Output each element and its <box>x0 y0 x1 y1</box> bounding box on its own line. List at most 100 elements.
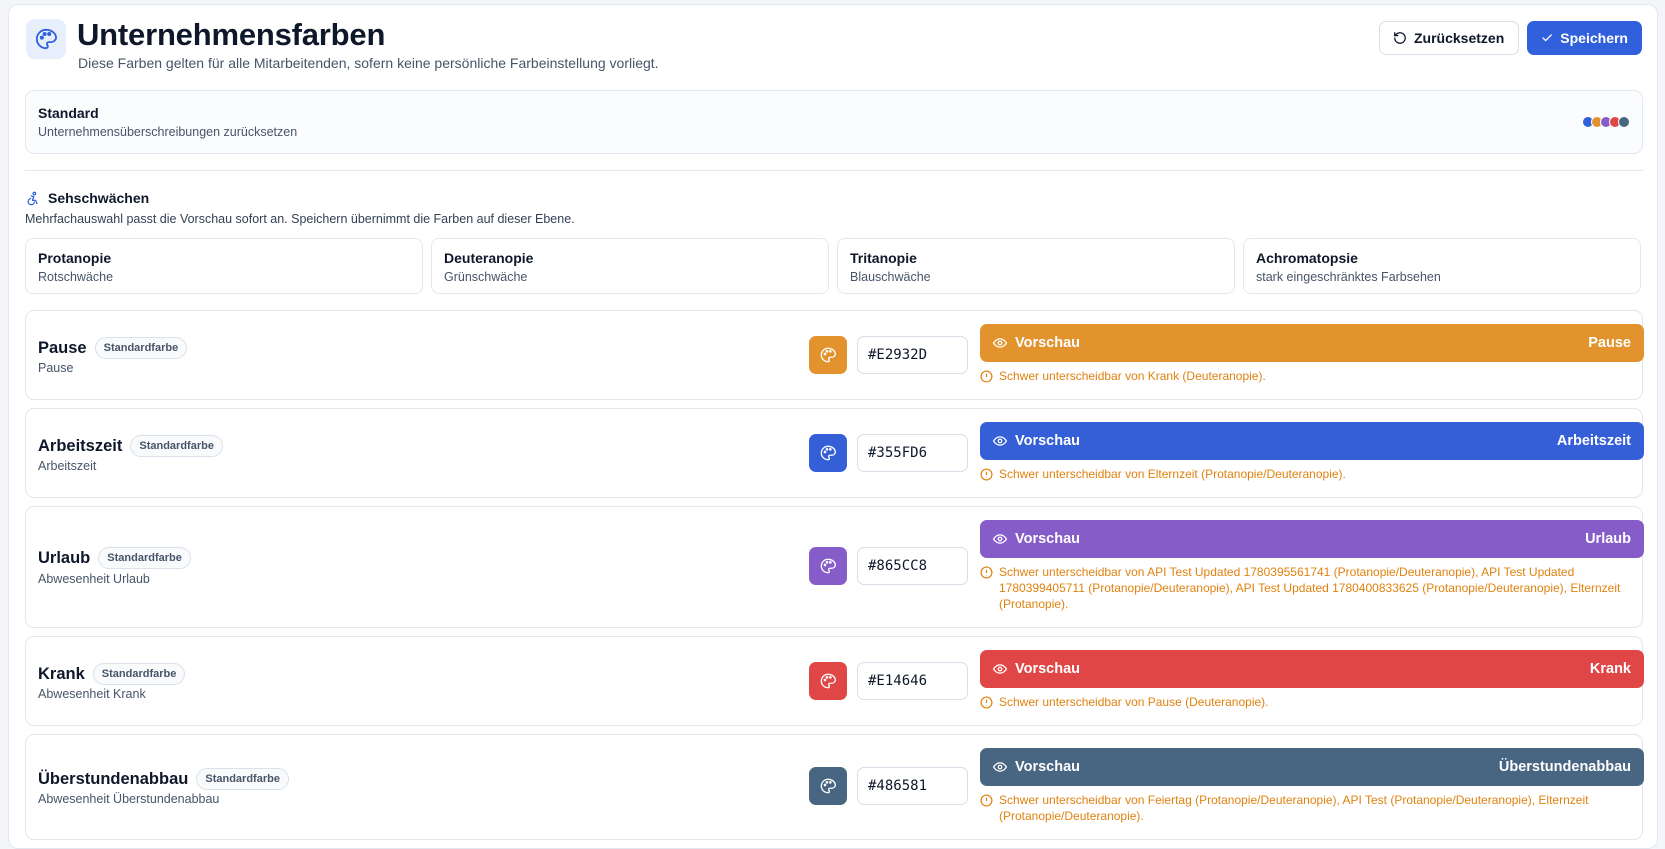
save-button-label: Speichern <box>1560 30 1628 46</box>
color-subtitle: Arbeitszeit <box>38 459 97 473</box>
palette-icon <box>26 19 66 59</box>
default-color-badge: Standardfarbe <box>130 435 223 457</box>
preview-name: Pause <box>1588 335 1631 351</box>
eye-icon <box>993 534 1007 544</box>
color-name: Pause Standardfarbe <box>38 337 188 359</box>
standard-preset-card[interactable]: Standard Unternehmensüberschreibungen zu… <box>25 90 1643 154</box>
standard-color-dots <box>1582 116 1630 128</box>
hex-input[interactable] <box>857 547 968 585</box>
vision-option-subtitle: Rotschwäche <box>38 270 114 284</box>
contrast-warning-text: Schwer unterscheidbar von Pause (Deutera… <box>999 695 1269 709</box>
hex-input[interactable] <box>857 767 968 805</box>
color-name: Urlaub Standardfarbe <box>38 547 191 569</box>
rotate-ccw-icon <box>1394 32 1406 44</box>
accessibility-icon <box>27 191 38 205</box>
vision-option-subtitle: stark eingeschränktes Farbsehen <box>1256 270 1441 284</box>
preview-name: Urlaub <box>1585 531 1631 547</box>
vision-option-tritanopia[interactable]: Tritanopie Blauschwäche <box>837 238 1235 294</box>
contrast-warning: Schwer unterscheidbar von Elternzeit (Pr… <box>980 466 1640 482</box>
color-picker-button[interactable] <box>809 434 847 472</box>
warning-circle-icon <box>980 566 993 579</box>
color-name: Arbeitszeit Standardfarbe <box>38 435 223 457</box>
page-title: Unternehmensfarben <box>77 17 386 52</box>
color-name-label: Pause <box>38 338 87 357</box>
vision-option-achromatopsia[interactable]: Achromatopsie stark eingeschränktes Farb… <box>1243 238 1641 294</box>
contrast-warning: Schwer unterscheidbar von Pause (Deutera… <box>980 694 1640 710</box>
preview-label: Vorschau <box>1015 759 1081 775</box>
color-name-label: Urlaub <box>38 548 91 567</box>
color-subtitle: Abwesenheit Überstundenabbau <box>38 792 220 806</box>
warning-circle-icon <box>980 468 993 481</box>
reset-button[interactable]: Zurücksetzen <box>1379 21 1519 55</box>
palette-icon <box>820 445 836 461</box>
vision-option-subtitle: Blauschwäche <box>850 270 931 284</box>
default-color-badge: Standardfarbe <box>94 337 188 359</box>
default-color-badge: Standardfarbe <box>196 768 289 790</box>
vision-description: Mehrfachauswahl passt die Vorschau sofor… <box>25 212 575 226</box>
palette-icon <box>820 347 836 363</box>
color-preview-bar: Vorschau Pause <box>980 324 1644 362</box>
hex-input[interactable] <box>857 662 968 700</box>
eye-icon <box>993 436 1007 446</box>
preview-name: Arbeitszeit <box>1556 433 1631 449</box>
vision-title: Sehschwächen <box>48 190 150 206</box>
preview-name: Überstundenabbau <box>1498 759 1631 775</box>
color-row-ueberstundenabbau: Überstundenabbau Standardfarbe Abwesenhe… <box>25 734 1644 840</box>
color-row-krank: Krank Standardfarbe Abwesenheit Krank Vo… <box>25 636 1644 726</box>
vision-option-title: Deuteranopie <box>444 250 534 266</box>
reset-button-label: Zurücksetzen <box>1414 30 1505 46</box>
vision-section-header: Sehschwächen <box>25 190 149 206</box>
page-subtitle: Diese Farben gelten für alle Mitarbeiten… <box>78 55 659 71</box>
color-row-urlaub: Urlaub Standardfarbe Abwesenheit Urlaub … <box>25 506 1644 628</box>
preview-name: Krank <box>1589 661 1631 677</box>
default-color-badge: Standardfarbe <box>92 663 186 685</box>
palette-icon <box>820 778 836 794</box>
palette-icon <box>820 673 836 689</box>
color-row-pause: Pause Standardfarbe Pause Vorschau Pause… <box>25 310 1644 400</box>
contrast-warning-text: Schwer unterscheidbar von Krank (Deutera… <box>999 369 1266 383</box>
vision-option-subtitle: Grünschwäche <box>444 270 528 284</box>
company-colors-panel: Unternehmensfarben Diese Farben gelten f… <box>8 4 1658 849</box>
eye-icon <box>993 762 1007 772</box>
color-preview-bar: Vorschau Urlaub <box>980 520 1644 558</box>
warning-circle-icon <box>980 794 993 807</box>
check-icon <box>1542 34 1552 42</box>
standard-subtitle: Unternehmensüberschreibungen zurücksetze… <box>38 125 298 139</box>
standard-title: Standard <box>38 105 99 121</box>
contrast-warning: Schwer unterscheidbar von API Test Updat… <box>980 564 1640 612</box>
color-name-label: Krank <box>38 664 85 683</box>
contrast-warning-text: Schwer unterscheidbar von API Test Updat… <box>999 565 1621 611</box>
color-subtitle: Abwesenheit Krank <box>38 687 146 701</box>
color-name-label: Arbeitszeit <box>38 436 123 455</box>
hex-input[interactable] <box>857 434 968 472</box>
color-picker-button[interactable] <box>809 547 847 585</box>
divider <box>25 170 1643 171</box>
color-subtitle: Pause <box>38 361 74 375</box>
eye-icon <box>993 338 1007 348</box>
color-preview-bar: Vorschau Krank <box>980 650 1644 688</box>
contrast-warning: Schwer unterscheidbar von Krank (Deutera… <box>980 368 1640 384</box>
vision-option-title: Achromatopsie <box>1256 250 1358 266</box>
hex-input[interactable] <box>857 336 968 374</box>
preview-label: Vorschau <box>1015 335 1081 351</box>
color-picker-button[interactable] <box>809 767 847 805</box>
color-row-arbeitszeit: Arbeitszeit Standardfarbe Arbeitszeit Vo… <box>25 408 1644 498</box>
color-name: Krank Standardfarbe <box>38 663 186 685</box>
color-name: Überstundenabbau Standardfarbe <box>38 768 289 790</box>
color-dot <box>1618 116 1630 128</box>
vision-option-protanopia[interactable]: Protanopie Rotschwäche <box>25 238 423 294</box>
vision-option-title: Protanopie <box>38 250 112 266</box>
color-picker-button[interactable] <box>809 336 847 374</box>
vision-option-deuteranopia[interactable]: Deuteranopie Grünschwäche <box>431 238 829 294</box>
palette-icon <box>820 558 836 574</box>
color-preview-bar: Vorschau Arbeitszeit <box>980 422 1644 460</box>
color-preview-bar: Vorschau Überstundenabbau <box>980 748 1644 786</box>
default-color-badge: Standardfarbe <box>98 547 191 569</box>
color-picker-button[interactable] <box>809 662 847 700</box>
save-button[interactable]: Speichern <box>1527 21 1642 55</box>
warning-circle-icon <box>980 370 993 383</box>
preview-label: Vorschau <box>1015 531 1081 547</box>
vision-option-title: Tritanopie <box>850 250 917 266</box>
color-name-label: Überstundenabbau <box>38 769 189 788</box>
color-subtitle: Abwesenheit Urlaub <box>38 572 150 586</box>
